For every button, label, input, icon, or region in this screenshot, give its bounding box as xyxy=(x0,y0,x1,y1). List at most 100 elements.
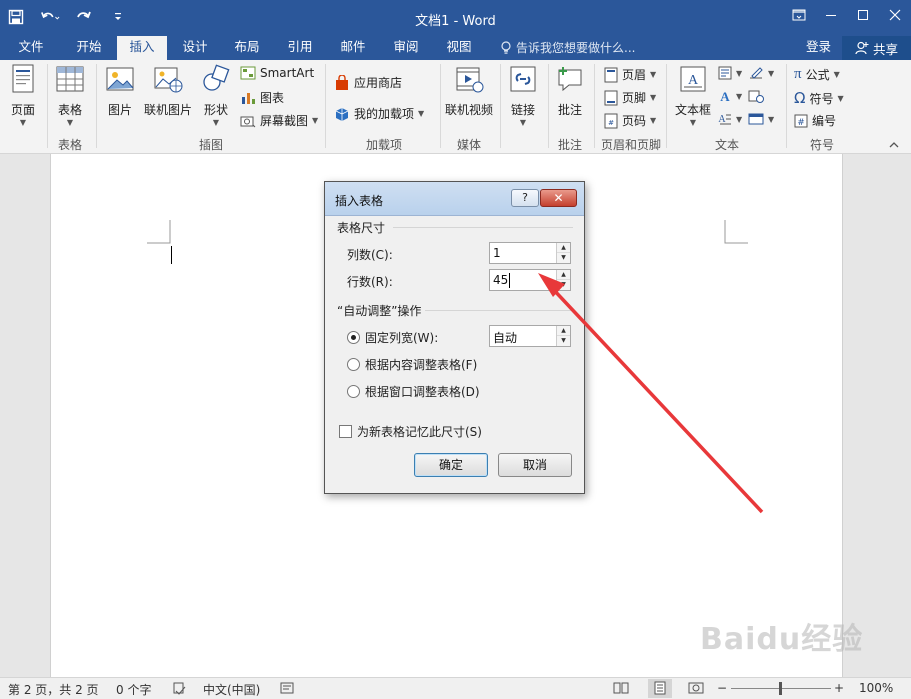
smartart-button[interactable]: SmartArt xyxy=(240,66,314,80)
zoom-out-icon[interactable]: − xyxy=(717,681,727,695)
page-count[interactable]: 第 2 页，共 2 页 xyxy=(8,681,99,698)
macro-icon[interactable] xyxy=(280,681,294,698)
store-icon xyxy=(336,74,348,90)
columns-up-icon[interactable]: ▲ xyxy=(557,243,570,253)
word-count[interactable]: 0 个字 xyxy=(116,681,151,698)
online-picture-button[interactable]: 联机图片 xyxy=(143,64,193,118)
tab-view[interactable]: 视图 xyxy=(436,36,482,60)
zoom-slider-thumb[interactable] xyxy=(779,682,782,695)
quick-parts-icon xyxy=(718,66,732,80)
screenshot-icon xyxy=(240,116,256,127)
tab-file[interactable]: 文件 xyxy=(8,36,54,60)
table-size-section: 表格尺寸 xyxy=(337,221,386,235)
tab-design[interactable]: 设计 xyxy=(172,36,218,60)
wordart-button[interactable]: A ▼ xyxy=(718,89,742,103)
footer-label: 页脚 xyxy=(622,91,647,105)
shapes-label: 形状 xyxy=(203,103,228,117)
remember-checkbox[interactable] xyxy=(339,425,352,438)
close-icon[interactable] xyxy=(879,0,911,30)
margin-corner-top-right xyxy=(724,220,748,244)
comment-icon xyxy=(558,67,582,92)
maximize-icon[interactable] xyxy=(847,0,879,30)
fixed-width-down-icon[interactable]: ▼ xyxy=(557,336,570,346)
link-button[interactable]: 链接 ▼ xyxy=(505,64,541,127)
group-media-label: 媒体 xyxy=(456,138,481,152)
rows-down-icon[interactable]: ▼ xyxy=(557,280,570,290)
footer-icon xyxy=(604,90,618,105)
table-button[interactable]: 表格 ▼ xyxy=(52,64,88,127)
chart-icon xyxy=(242,92,255,104)
columns-value: 1 xyxy=(493,246,501,260)
tab-references[interactable]: 引用 xyxy=(277,36,323,60)
tab-review[interactable]: 审阅 xyxy=(383,36,429,60)
language[interactable]: 中文(中国) xyxy=(203,681,260,698)
help-button[interactable]: ? xyxy=(511,189,539,207)
equation-label: 公式 xyxy=(805,68,830,82)
tell-me-box[interactable]: 告诉我您想要做什么... xyxy=(500,36,635,60)
date-time-button[interactable] xyxy=(748,89,764,103)
chart-button[interactable]: 图表 xyxy=(240,89,284,106)
shapes-button[interactable]: 形状 ▼ xyxy=(198,64,234,127)
remember-label: 为新表格记忆此尺寸(S) xyxy=(357,425,482,439)
numbering-button[interactable]: # 编号 xyxy=(794,112,836,129)
tab-mailings[interactable]: 邮件 xyxy=(330,36,376,60)
share-label: 共享 xyxy=(872,41,898,57)
page-button[interactable]: 页面 ▼ xyxy=(6,64,40,127)
tab-home[interactable]: 开始 xyxy=(66,36,112,60)
watermark: Baidu经验 xyxy=(700,622,864,657)
chart-label: 图表 xyxy=(260,91,285,105)
dialog-close-button[interactable]: ✕ xyxy=(540,189,577,207)
tab-layout[interactable]: 布局 xyxy=(224,36,270,60)
web-layout-icon[interactable] xyxy=(688,681,704,698)
rows-up-icon[interactable]: ▲ xyxy=(557,270,570,280)
svg-text:#: # xyxy=(797,118,805,128)
picture-button[interactable]: 图片 xyxy=(102,64,138,118)
columns-stepper[interactable]: 1 ▲ ▼ xyxy=(489,242,571,264)
fixed-width-label: 固定列宽(W): xyxy=(365,331,439,345)
screenshot-button[interactable]: 屏幕截图 ▼ xyxy=(240,112,318,129)
person-icon xyxy=(855,41,869,55)
rows-stepper[interactable]: 45 ▲ ▼ xyxy=(489,269,571,291)
autofit-window-radio[interactable] xyxy=(347,385,360,398)
my-addins-button[interactable]: 我的加载项 ▼ xyxy=(334,105,424,122)
minimize-icon[interactable] xyxy=(815,0,847,30)
login-link[interactable]: 登录 xyxy=(806,36,831,58)
restore-ribbon-icon[interactable] xyxy=(783,0,815,30)
textbox-button[interactable]: A 文本框 ▼ xyxy=(672,64,714,127)
fixed-width-radio[interactable] xyxy=(347,331,360,344)
fixed-width-up-icon[interactable]: ▲ xyxy=(557,326,570,336)
group-comments-label: 批注 xyxy=(557,138,582,152)
signature-line-button[interactable]: ▼ xyxy=(748,66,774,80)
header-button[interactable]: 页眉 ▼ xyxy=(604,66,656,83)
proofing-icon[interactable] xyxy=(172,681,186,698)
drop-cap-button[interactable]: A ▼ xyxy=(718,112,742,126)
equation-button[interactable]: π 公式 ▼ xyxy=(794,66,840,83)
quick-parts-button[interactable]: ▼ xyxy=(718,66,742,80)
ok-button[interactable]: 确定 xyxy=(414,453,488,477)
store-label: 应用商店 xyxy=(354,76,403,90)
symbol-button[interactable]: Ω 符号 ▼ xyxy=(794,89,844,107)
print-layout-icon[interactable] xyxy=(648,679,672,698)
tab-insert[interactable]: 插入 xyxy=(117,36,167,60)
columns-down-icon[interactable]: ▼ xyxy=(557,253,570,263)
store-button[interactable]: 应用商店 xyxy=(334,74,402,91)
svg-text:A: A xyxy=(688,73,699,88)
cancel-button[interactable]: 取消 xyxy=(498,453,572,477)
smartart-icon xyxy=(240,66,256,80)
fixed-width-stepper[interactable]: 自动 ▲ ▼ xyxy=(489,325,571,347)
page-number-button[interactable]: # 页码 ▼ xyxy=(604,112,656,129)
pi-icon: π xyxy=(794,66,802,82)
textbox-label: 文本框 xyxy=(674,103,711,117)
share-button[interactable]: 共享 xyxy=(842,36,911,60)
collapse-ribbon-icon[interactable] xyxy=(889,138,899,152)
autofit-contents-radio[interactable] xyxy=(347,358,360,371)
table-label: 表格 xyxy=(57,103,82,117)
dialog-title: 插入表格 xyxy=(335,194,384,208)
comment-button[interactable]: 批注 xyxy=(553,64,587,118)
object-button[interactable]: ▼ xyxy=(748,112,774,126)
online-video-button[interactable]: 联机视频 xyxy=(444,64,494,118)
read-mode-icon[interactable] xyxy=(613,681,629,698)
zoom-in-icon[interactable]: + xyxy=(834,681,844,695)
footer-button[interactable]: 页脚 ▼ xyxy=(604,89,656,106)
zoom-level[interactable]: 100% xyxy=(859,681,893,695)
